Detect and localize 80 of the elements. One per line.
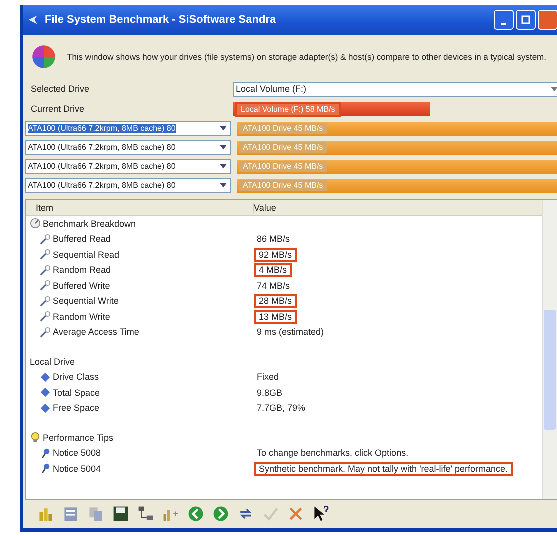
reference-drive-dropdown[interactable]: ATA100 (Ultra66 7.2krpm, 8MB cache) 80: [25, 140, 231, 155]
checkmark-icon: [262, 505, 280, 523]
close-button[interactable]: [538, 10, 557, 30]
item-value: 13 MB/s: [254, 310, 298, 324]
maximize-button[interactable]: [516, 10, 536, 30]
item-value: 92 MB/s: [254, 248, 298, 262]
item-label[interactable]: Average Access Time: [53, 327, 140, 338]
caret-icon: [219, 162, 228, 171]
copy-icon: [87, 505, 105, 523]
caret-icon: [219, 181, 228, 190]
item-label[interactable]: Notice 5008: [53, 448, 102, 458]
help-pointer-icon: [312, 505, 330, 523]
bar-reading: ATA100 Drive 45 MB/s: [239, 142, 328, 153]
item-label[interactable]: Drive Class: [53, 372, 100, 382]
item-label[interactable]: Total Space: [53, 388, 100, 398]
group-label[interactable]: Local Drive: [30, 356, 76, 367]
item-label[interactable]: Buffered Write: [53, 280, 110, 291]
column-header[interactable]: Value: [254, 202, 542, 212]
item-value: 7.7GB, 79%: [256, 403, 307, 414]
network-icon: [137, 505, 155, 523]
diamond-icon: [40, 402, 51, 414]
item-label[interactable]: Sequential Write: [53, 296, 119, 306]
forward-icon: [212, 505, 230, 523]
save-icon: [112, 505, 130, 523]
item-label[interactable]: Notice 5004: [53, 464, 102, 474]
wrench-icon: [40, 280, 51, 292]
item-value: 9.8GB: [256, 388, 284, 398]
item-value: 9 ms (estimated): [256, 327, 326, 338]
wrench-icon: [40, 296, 51, 307]
wrench-icon: [40, 249, 51, 260]
pin-icon: [40, 463, 51, 474]
item-value: 4 MB/s: [254, 263, 292, 278]
cross-icon: [287, 505, 305, 523]
item-label[interactable]: Free Space: [53, 403, 100, 414]
wrench-icon: [40, 311, 51, 322]
column-header[interactable]: Item: [26, 202, 254, 212]
maximize-icon: [521, 15, 531, 25]
minimize-icon: [501, 23, 507, 25]
gauge-icon: [30, 218, 41, 230]
diamond-icon: [40, 387, 51, 398]
bar-reading: Local Volume (F:) 58 MB/s: [235, 102, 342, 116]
item-label[interactable]: Buffered Read: [53, 234, 111, 244]
reference-drive-dropdown[interactable]: ATA100 (Ultra66 7.2krpm, 8MB cache) 80: [25, 121, 231, 136]
item-value: Fixed: [256, 372, 280, 382]
item-value: 28 MB/s: [254, 294, 298, 308]
report-icon: [62, 505, 80, 523]
color-wheel-icon: [31, 44, 57, 70]
wrench-icon: [40, 234, 51, 245]
description-text: This window shows how your drives (file systems) on storage adapter(s) & host(s) compare to other devices in a typical system.: [67, 52, 546, 62]
wrench-icon: [40, 264, 51, 276]
caret-icon: [219, 124, 228, 133]
wrench-icon: [40, 326, 51, 338]
scrollbar-thumb[interactable]: [544, 310, 556, 430]
caret-icon: [550, 84, 557, 94]
current-drive-label: Current Drive: [31, 104, 86, 114]
scrollbar[interactable]: [542, 200, 557, 499]
minimize-button[interactable]: [494, 10, 514, 30]
reference-drive-dropdown[interactable]: ATA100 (Ultra66 7.2krpm, 8MB cache) 80: [25, 159, 231, 174]
caret-icon: [219, 143, 228, 152]
window-title: File System Benchmark - SiSoftware Sandra: [45, 14, 278, 26]
bar-reading: ATA100 Drive 45 MB/s: [239, 123, 328, 134]
bar-reading: ATA100 Drive 45 MB/s: [239, 180, 328, 191]
item-value: 74 MB/s: [256, 280, 292, 291]
item-value: 86 MB/s: [256, 234, 292, 244]
selected-drive-label: Selected Drive: [31, 84, 91, 94]
back-icon: [187, 505, 205, 523]
item-value: Synthetic benchmark. May not tally with 'real-life' performance.: [254, 462, 514, 476]
group-label[interactable]: Performance Tips: [43, 432, 114, 443]
lightbulb-icon: [30, 432, 41, 444]
item-label[interactable]: Sequential Read: [53, 250, 120, 260]
drive-dropdown[interactable]: Local Volume (F:): [233, 82, 557, 96]
reference-drive-dropdown[interactable]: ATA100 (Ultra66 7.2krpm, 8MB cache) 80: [25, 178, 231, 193]
item-label[interactable]: Random Write: [53, 312, 110, 322]
app-icon: [27, 14, 39, 26]
group-label[interactable]: Benchmark Breakdown: [43, 218, 136, 229]
item-value: To change benchmarks, click Options.: [256, 448, 410, 458]
bar-reading: ATA100 Drive 45 MB/s: [239, 161, 328, 172]
pin-icon: [40, 448, 51, 459]
diamond-icon: [40, 372, 51, 383]
item-label[interactable]: Random Read: [53, 265, 112, 276]
